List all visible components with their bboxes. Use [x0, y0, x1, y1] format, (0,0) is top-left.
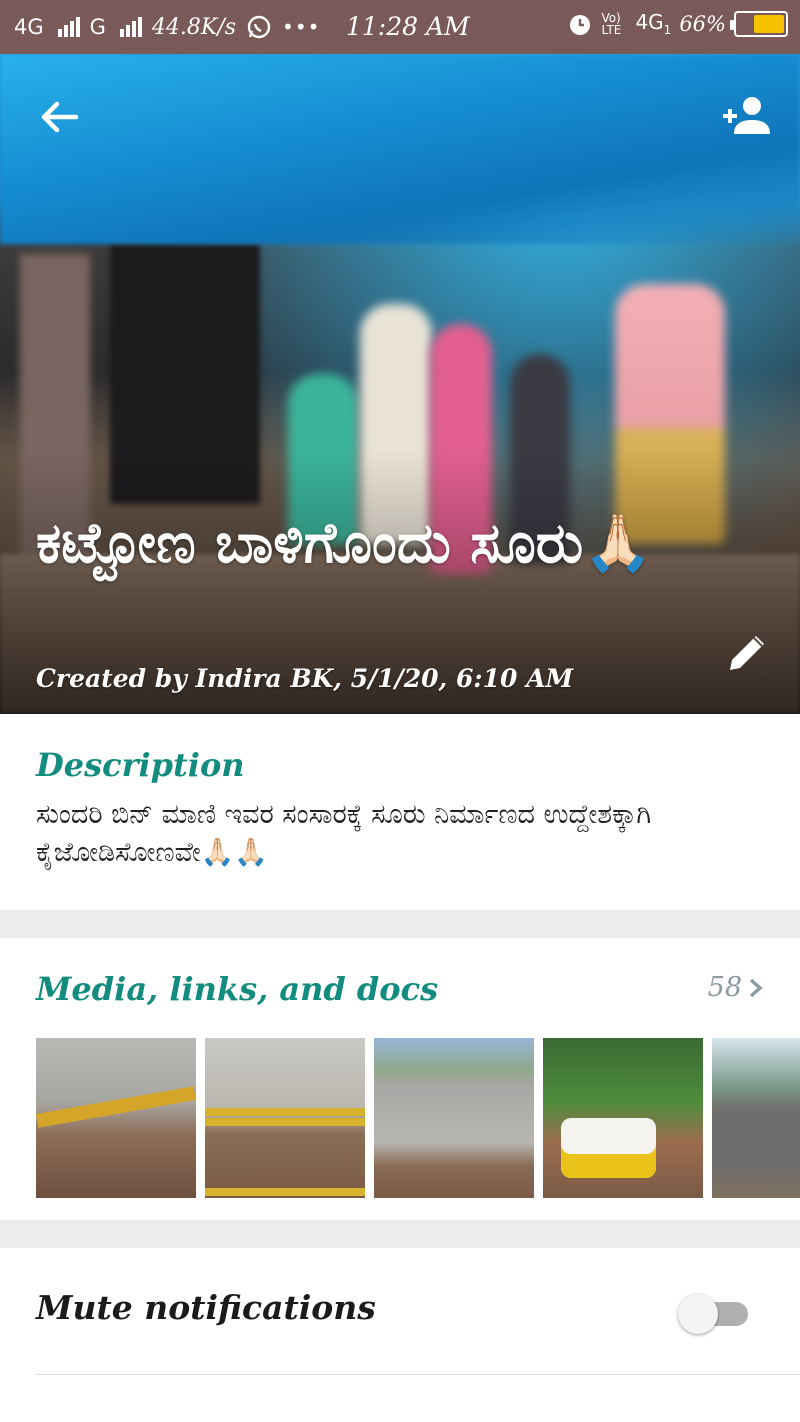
media-thumb-2[interactable]	[205, 1038, 365, 1198]
clock: 11:28 AM	[346, 12, 470, 41]
media-thumbnails	[36, 1038, 800, 1198]
photo-shade	[0, 54, 800, 714]
network-type-2: G	[89, 15, 106, 39]
alarm-icon	[570, 14, 591, 35]
pencil-icon[interactable]	[726, 630, 770, 674]
mute-notifications-row[interactable]: Mute notifications	[0, 1248, 800, 1422]
battery-fill	[754, 14, 784, 33]
media-thumb-1[interactable]	[36, 1038, 196, 1198]
chevron-right-icon	[749, 978, 763, 997]
media-count: 58	[707, 972, 742, 1003]
network-type-right-label: 4G	[635, 10, 664, 34]
group-title: ಕಟ್ಟೋಣ ಬಾಳಿಗೊಂದು ಸೂರು🙏🏻	[36, 511, 653, 576]
mute-notifications-label: Mute notifications	[36, 1288, 376, 1327]
status-bar-left: 4G G 44.8K/s •••	[14, 14, 320, 40]
network-type-right: 4G1	[635, 10, 671, 37]
whatsapp-icon	[247, 15, 271, 39]
overflow-dots: •••	[282, 15, 321, 39]
arrow-back-icon[interactable]	[36, 94, 82, 140]
battery-percent: 66%	[679, 11, 726, 36]
signal-icon	[119, 17, 142, 37]
network-type-1: 4G	[14, 15, 44, 39]
description-card[interactable]: Description ಸುಂದರಿ ಬಿನ್ ಮಾಣಿ ಇವರ ಸಂಸಾರಕ್…	[0, 714, 800, 910]
battery-icon	[730, 10, 788, 37]
add-person-icon[interactable]	[720, 94, 772, 138]
divider	[36, 1374, 800, 1375]
volte-indicator: Vo) LTE	[601, 10, 622, 37]
media-thumb-5[interactable]	[712, 1038, 800, 1198]
status-bar: 4G G 44.8K/s ••• 11:28 AM Vo) LTE 4G1 66…	[0, 0, 800, 54]
media-card: Media, links, and docs 58	[0, 938, 800, 1220]
mute-toggle[interactable]	[678, 1294, 750, 1334]
media-thumb-4[interactable]	[543, 1038, 703, 1198]
description-title: Description	[36, 746, 245, 784]
media-count-link[interactable]: 58	[708, 972, 764, 1003]
sim-number: 1	[663, 23, 672, 37]
group-header-image[interactable]: ಕಟ್ಟೋಣ ಬಾಳಿಗೊಂದು ಸೂರು🙏🏻 Created by Indir…	[0, 54, 800, 714]
network-speed: 44.8K/s	[151, 14, 237, 40]
media-thumb-3[interactable]	[374, 1038, 534, 1198]
created-by-text: Created by Indira BK, 5/1/20, 6:10 AM	[36, 664, 574, 693]
media-title[interactable]: Media, links, and docs	[36, 970, 438, 1008]
description-text: ಸುಂದರಿ ಬಿನ್ ಮಾಣಿ ಇವರ ಸಂಸಾರಕ್ಕೆ ಸೂರು ನಿರ್…	[36, 799, 652, 868]
toggle-knob	[678, 1294, 718, 1334]
status-bar-right: Vo) LTE 4G1 66%	[567, 10, 788, 37]
signal-icon	[57, 17, 80, 37]
